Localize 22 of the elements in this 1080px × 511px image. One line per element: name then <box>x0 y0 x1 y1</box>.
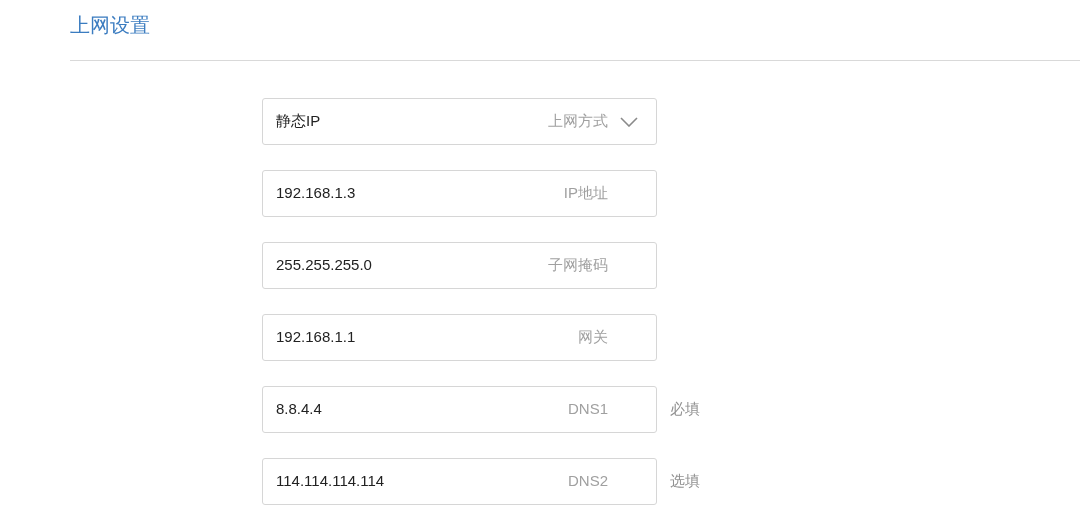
field-value: 114.114.114.114 <box>276 471 385 492</box>
chevron-down-icon <box>620 116 638 127</box>
input-field[interactable]: 255.255.255.0 子网掩码 <box>262 242 657 289</box>
field-value: 192.168.1.3 <box>276 183 356 204</box>
field-value: 8.8.4.4 <box>276 399 322 420</box>
field-note: 必填 <box>670 399 700 420</box>
dropdown-field[interactable]: 静态IP 上网方式 <box>262 98 657 145</box>
field-label: DNS2 <box>568 471 608 492</box>
field-label: IP地址 <box>563 183 608 204</box>
field-value: 静态IP <box>276 111 321 132</box>
field-label: 上网方式 <box>548 111 608 132</box>
field-value: 192.168.1.1 <box>276 327 356 348</box>
field-label: 子网掩码 <box>548 255 608 276</box>
input-field[interactable]: 114.114.114.114 DNS2 <box>262 458 657 505</box>
field-label: DNS1 <box>568 399 608 420</box>
input-field[interactable]: 192.168.1.3 IP地址 <box>262 170 657 217</box>
section-title: 上网设置 <box>70 13 150 38</box>
input-field[interactable]: 8.8.4.4 DNS1 <box>262 386 657 433</box>
field-label: 网关 <box>578 327 608 348</box>
input-field[interactable]: 192.168.1.1 网关 <box>262 314 657 361</box>
field-value: 255.255.255.0 <box>276 255 372 276</box>
field-note: 选填 <box>670 471 700 492</box>
